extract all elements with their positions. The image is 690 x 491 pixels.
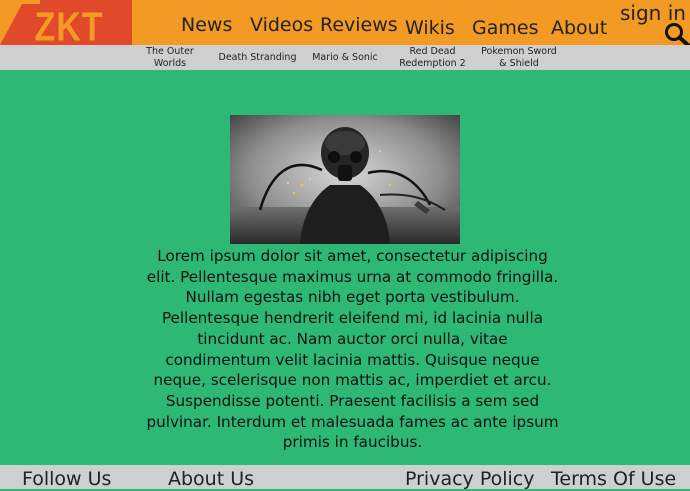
game-subnav: The Outer Worlds Death Stranding Mario &…	[0, 45, 690, 70]
nav-news[interactable]: News	[181, 14, 232, 36]
site-logo[interactable]: ZKT	[0, 0, 132, 50]
nav-videos[interactable]: Videos	[250, 14, 313, 36]
article-hero-image	[230, 115, 460, 244]
nav-wikis[interactable]: Wikis	[405, 17, 455, 39]
article-body: Lorem ipsum dolor sit amet, consectetur …	[146, 247, 559, 452]
site-footer: Follow Us About Us Privacy Policy Terms …	[0, 465, 690, 491]
sign-in-link[interactable]: sign in	[620, 2, 686, 24]
subnav-item-death-stranding[interactable]: Death Stranding	[215, 45, 300, 70]
subnav-item-outer-worlds[interactable]: The Outer Worlds	[140, 45, 200, 70]
nav-reviews[interactable]: Reviews	[320, 14, 398, 36]
footer-terms-of-use-link[interactable]: Terms Of Use	[551, 467, 676, 491]
footer-follow-us-link[interactable]: Follow Us	[22, 467, 111, 491]
footer-privacy-policy-link[interactable]: Privacy Policy	[405, 467, 534, 491]
subnav-item-mario-sonic[interactable]: Mario & Sonic	[305, 45, 385, 70]
search-icon[interactable]	[664, 22, 690, 46]
subnav-item-red-dead[interactable]: Red Dead Redemption 2	[395, 45, 470, 70]
footer-about-us-link[interactable]: About Us	[168, 467, 254, 491]
nav-about[interactable]: About	[551, 17, 607, 39]
subnav-item-pokemon[interactable]: Pokemon Sword & Shield	[480, 45, 558, 70]
top-header: ZKT News Videos Reviews Wikis Games Abou…	[0, 0, 690, 50]
nav-games[interactable]: Games	[472, 17, 538, 39]
